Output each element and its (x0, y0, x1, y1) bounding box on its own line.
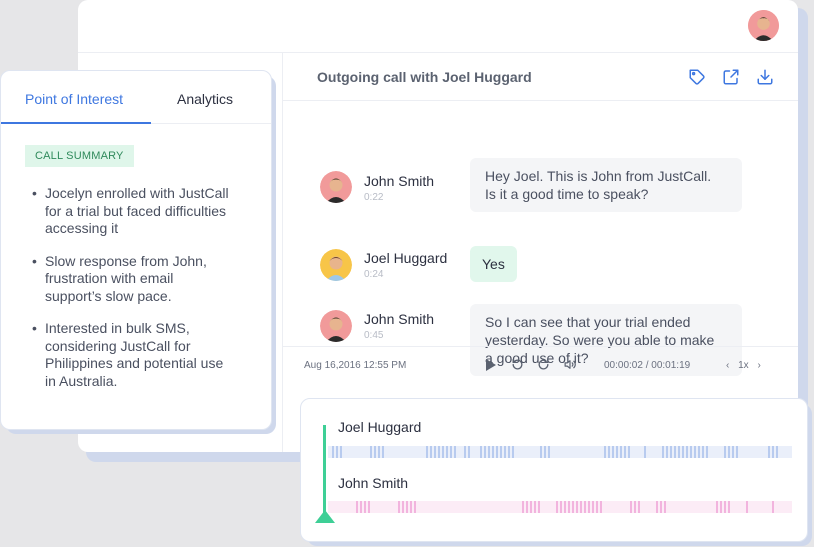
speech-segment (480, 446, 514, 458)
call-title: Outgoing call with Joel Huggard (317, 68, 532, 85)
speed-value: 1x (738, 359, 749, 371)
top-bar (78, 0, 798, 53)
speaker-name: Joel Huggard (364, 250, 448, 266)
play-icon[interactable] (485, 358, 497, 372)
chevron-left-icon[interactable]: ‹ (726, 360, 729, 371)
speech-segment (398, 501, 418, 513)
call-header: Outgoing call with Joel Huggard (283, 53, 798, 101)
share-icon[interactable] (722, 68, 740, 86)
tab-analytics[interactable]: Analytics (177, 91, 233, 107)
speech-segment (556, 501, 604, 513)
playhead-handle[interactable] (315, 510, 335, 523)
volume-icon[interactable] (563, 358, 577, 371)
speaker-track-john[interactable] (328, 501, 792, 513)
speech-segment (370, 446, 386, 458)
summary-line: considering JustCall for (45, 337, 191, 354)
playhead[interactable] (323, 425, 326, 514)
speech-segment (768, 446, 778, 458)
message-line: Is it a good time to speak? (485, 186, 649, 202)
waveform-speaker-label: John Smith (338, 475, 409, 491)
user-avatar[interactable] (748, 10, 779, 41)
waveform-speaker-label: Joel Huggard (338, 419, 422, 435)
speech-segment (644, 446, 648, 458)
forward-icon[interactable] (537, 358, 550, 371)
summary-line: for a trial but faced difficulties (45, 202, 227, 219)
rewind-icon[interactable] (511, 358, 524, 371)
call-date: Aug 16,2016 12:55 PM (304, 359, 407, 371)
speaker-name: John Smith (364, 311, 435, 327)
message-bubble: Hey Joel. This is John from JustCall. Is… (470, 158, 742, 212)
message-bubble: Yes (470, 246, 517, 282)
summary-line: frustration with email (45, 270, 174, 286)
audio-player: Aug 16,2016 12:55 PM 00:00:02 / 00:01:19… (283, 346, 798, 383)
speech-segment (716, 501, 732, 513)
summary-list: Jocelyn enrolled with JustCall for a tri… (32, 185, 252, 405)
summary-line: Slow response from John, (45, 252, 207, 269)
active-tab-indicator (1, 122, 151, 124)
message-line: Hey Joel. This is John from JustCall. (485, 168, 712, 184)
download-icon[interactable] (756, 68, 774, 86)
message-time: 0:24 (364, 269, 384, 280)
call-content: Outgoing call with Joel Huggard John Smi… (283, 53, 798, 452)
speaker-track-joel[interactable] (328, 446, 792, 458)
message-time: 0:45 (364, 330, 384, 341)
speech-segment (630, 501, 640, 513)
waveform-panel: Joel Huggard John Smith (300, 398, 808, 542)
summary-line: Interested in bulk SMS, (45, 320, 190, 336)
header-actions (688, 68, 774, 86)
speech-segment (356, 501, 370, 513)
summary-line: in Australia. (45, 372, 118, 389)
message-line: Yes (482, 256, 505, 272)
tag-icon[interactable] (688, 68, 706, 86)
chevron-right-icon[interactable]: › (757, 360, 760, 371)
speech-segment (724, 446, 738, 458)
summary-panel: Point of Interest Analytics CALL SUMMARY… (0, 70, 272, 430)
speech-segment (426, 446, 458, 458)
speech-segment (522, 501, 542, 513)
speech-segment (772, 501, 776, 513)
summary-item: Jocelyn enrolled with JustCall for a tri… (32, 185, 252, 238)
panel-tabs: Point of Interest Analytics (1, 71, 271, 124)
summary-line: support’s slow pace. (45, 287, 172, 304)
summary-line: accessing it (45, 220, 119, 236)
summary-item: Interested in bulk SMS, considering Just… (32, 320, 252, 390)
message-line: So I can see that your trial ended (485, 314, 691, 330)
avatar (320, 171, 352, 203)
avatar (320, 310, 352, 342)
call-summary-badge: CALL SUMMARY (25, 145, 134, 167)
summary-line: Philippines and potential use (45, 355, 224, 371)
speech-segment (662, 446, 708, 458)
speaker-name: John Smith (364, 173, 435, 189)
speech-segment (604, 446, 630, 458)
summary-line: Jocelyn enrolled with JustCall (45, 185, 229, 201)
playback-speed[interactable]: ‹ 1x › (726, 360, 761, 371)
speech-segment (746, 501, 750, 513)
time-progress: 00:00:02 / 00:01:19 (604, 359, 691, 371)
tab-point-of-interest[interactable]: Point of Interest (25, 91, 123, 107)
message-time: 0:22 (364, 192, 384, 203)
speech-segment (464, 446, 472, 458)
speech-segment (332, 446, 344, 458)
avatar (320, 249, 352, 281)
speech-segment (540, 446, 550, 458)
speech-segment (656, 501, 666, 513)
summary-item: Slow response from John, frustration wit… (32, 253, 252, 306)
